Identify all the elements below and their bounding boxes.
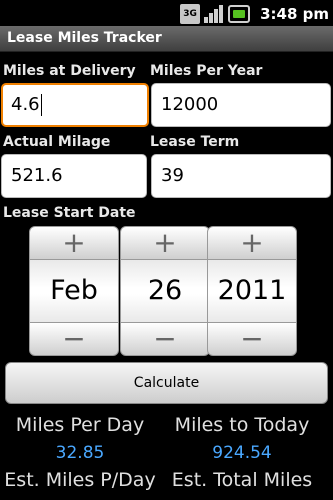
app-title: Lease Miles Tracker [7,30,162,46]
miles-per-day-label: Miles Per Day [15,414,145,436]
miles-per-day-value: 32.85 [55,443,105,463]
miles-at-delivery-value: 4.6 [11,94,40,115]
actual-milage-label: Actual Milage [3,134,111,150]
lease-term-label: Lease Term [150,134,240,150]
title-bar: Lease Miles Tracker [0,26,333,52]
day-value[interactable]: 26 [120,260,210,322]
month-picker: + Feb − [29,226,119,356]
day-increment-button[interactable]: + [120,226,210,260]
miles-per-year-value: 12000 [161,94,219,115]
screen: 3G 3:48 pm Lease Miles Tracker Miles at … [0,0,333,500]
miles-at-delivery-field[interactable]: 4.6 [1,83,149,127]
est-miles-per-day-label: Est. Miles P/Day [4,469,156,491]
day-decrement-button[interactable]: − [120,322,210,356]
status-clock: 3:48 pm [260,4,329,23]
miles-to-today-label: Miles to Today [174,414,310,436]
day-picker: + 26 − [120,226,210,356]
miles-per-year-label: Miles Per Year [150,63,263,79]
year-value[interactable]: 2011 [207,260,297,322]
month-value[interactable]: Feb [29,260,119,322]
signal-icon [204,4,224,24]
est-total-miles-label: Est. Total Miles [171,469,313,491]
lease-term-field[interactable]: 39 [151,154,331,198]
calculate-button[interactable]: Calculate [5,362,328,404]
miles-at-delivery-label: Miles at Delivery [3,63,136,79]
actual-milage-field[interactable]: 521.6 [1,154,147,198]
lease-start-date-label: Lease Start Date [3,205,136,221]
month-decrement-button[interactable]: − [29,322,119,356]
year-decrement-button[interactable]: − [207,322,297,356]
3g-icon: 3G [180,3,201,24]
text-cursor [40,94,42,116]
status-bar: 3G 3:48 pm [0,0,333,26]
status-icons: 3G 3:48 pm [180,3,329,24]
month-increment-button[interactable]: + [29,226,119,260]
miles-per-year-field[interactable]: 12000 [151,83,331,127]
miles-to-today-value: 924.54 [212,443,272,463]
lease-term-value: 39 [161,165,184,186]
actual-milage-value: 521.6 [11,165,63,186]
battery-icon [228,4,251,23]
year-increment-button[interactable]: + [207,226,297,260]
year-picker: + 2011 − [207,226,297,356]
